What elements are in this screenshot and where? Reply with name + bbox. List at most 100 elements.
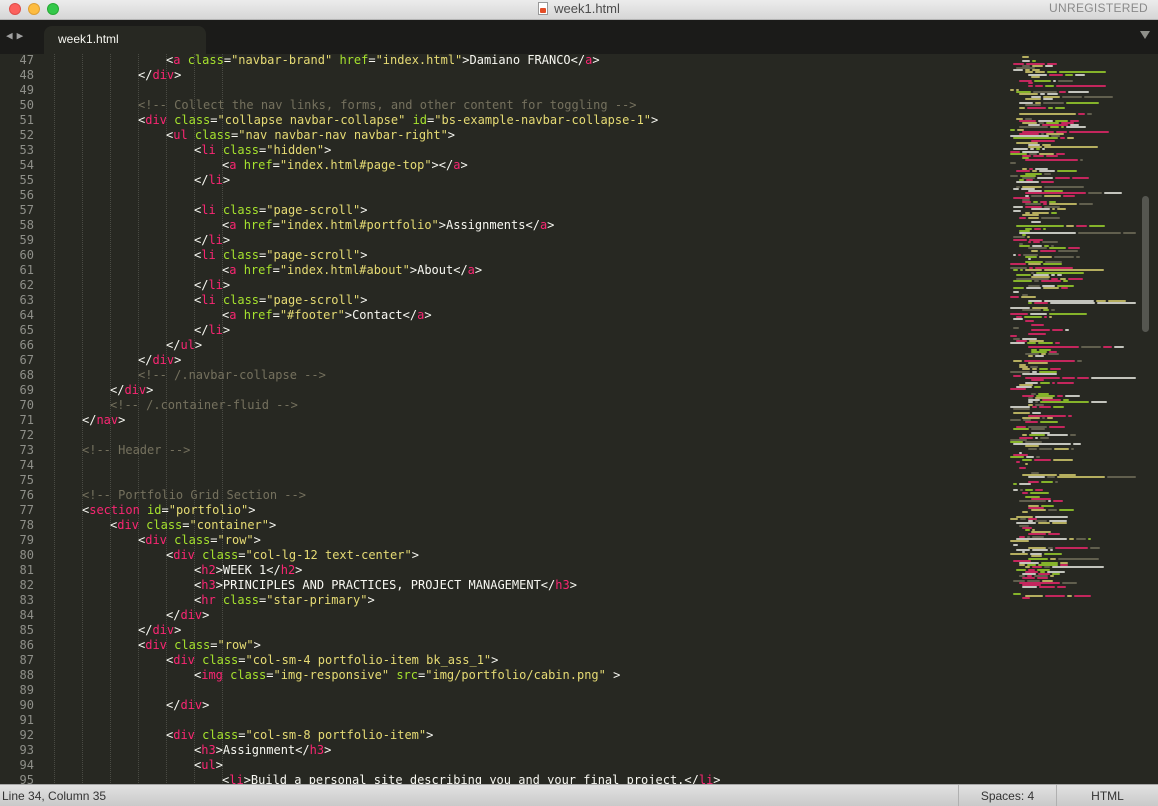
minimap-mark [1031, 324, 1044, 327]
minimap-mark [1016, 273, 1031, 276]
code-text: <!-- /.navbar-collapse --> [138, 368, 326, 382]
line-number: 70 [19, 398, 34, 412]
vertical-scrollbar[interactable] [1140, 54, 1158, 784]
minimap-mark [1057, 170, 1077, 173]
minimap-mark [1069, 537, 1074, 540]
minimap-mark [1050, 126, 1059, 129]
minimap-mark [1035, 515, 1068, 518]
minimap-mark [1072, 177, 1089, 179]
line-number: 65 [19, 323, 34, 337]
minimap-mark [1044, 315, 1047, 318]
minimap-mark [1084, 95, 1113, 98]
minimap-mark [1053, 405, 1064, 408]
tab-week1[interactable]: week1.html [44, 26, 206, 54]
code-line: 63 <li class="page-scroll"> [0, 293, 1008, 308]
scrollbar-thumb[interactable] [1142, 196, 1149, 332]
nav-arrows-icon[interactable]: ◀▶ [6, 29, 27, 42]
code-line: 91 [0, 713, 1008, 728]
minimap-mark [1063, 194, 1075, 197]
code-text: <div class="row"> [138, 533, 261, 547]
minimap[interactable] [1008, 54, 1140, 784]
code-line: 52 <ul class="nav navbar-nav navbar-right… [0, 128, 1008, 143]
line-number: 48 [19, 68, 34, 82]
minimap-mark [1010, 89, 1014, 91]
minimap-mark [1104, 192, 1122, 195]
tab-menu-icon[interactable] [1140, 31, 1150, 39]
minimap-mark [1034, 80, 1051, 83]
minimap-mark [1075, 73, 1085, 76]
minimap-mark [1057, 476, 1105, 479]
minimap-mark [1031, 75, 1040, 78]
minimap-mark [1114, 346, 1124, 349]
minimap-mark [1050, 302, 1095, 305]
minimap-mark [1073, 443, 1081, 446]
code-text: </ul> [166, 338, 203, 352]
minimap-mark [1022, 491, 1028, 494]
minimap-mark [1070, 434, 1076, 437]
minimap-mark [1068, 278, 1083, 281]
minimap-mark [1050, 575, 1054, 578]
line-number: 88 [19, 668, 34, 682]
minimap-mark [1019, 106, 1025, 109]
minimap-mark [1013, 408, 1030, 410]
minimap-mark [1028, 476, 1045, 479]
minimap-mark [1019, 467, 1026, 470]
minimap-mark [1013, 482, 1017, 485]
code-text: </div> [138, 353, 182, 367]
html-file-icon [538, 2, 549, 15]
minimap-mark [1057, 586, 1066, 589]
minimap-mark [1018, 254, 1021, 256]
line-number: 92 [19, 728, 34, 742]
minimap-mark [1060, 137, 1065, 140]
minimap-mark [1051, 212, 1057, 215]
minimap-mark [1042, 416, 1045, 419]
code-line: 66 </ul> [0, 338, 1008, 353]
line-number: 75 [19, 473, 34, 487]
minimap-mark [1044, 194, 1061, 197]
minimap-mark [1065, 73, 1073, 76]
code-text: </div> [138, 68, 182, 82]
minimap-mark [1031, 328, 1050, 331]
minimap-mark [1038, 522, 1050, 525]
code-text: </div> [166, 698, 210, 712]
minimap-mark [1027, 106, 1046, 109]
code-text: <img class="img-responsive" src="img/por… [194, 668, 621, 682]
code-editor[interactable]: 47 <a class="navbar-brand" href="index.ht… [0, 54, 1008, 784]
line-number: 68 [19, 368, 34, 382]
code-text: <h2>WEEK 1</h2> [194, 563, 303, 577]
code-text: </nav> [82, 413, 126, 427]
code-line: 80 <div class="col-lg-12 text-center"> [0, 548, 1008, 563]
code-line: 85 </div> [0, 623, 1008, 638]
code-text: <a href="#footer">Contact</a> [222, 308, 432, 322]
minimap-mark [1097, 302, 1136, 305]
minimap-mark [1025, 256, 1037, 259]
minimap-mark [1067, 137, 1074, 140]
minimap-mark [1059, 509, 1074, 512]
minimap-mark [1019, 216, 1026, 219]
minimap-mark [1010, 295, 1019, 298]
minimap-mark [1013, 412, 1030, 415]
minimap-mark [1053, 80, 1056, 83]
minimap-mark [1058, 80, 1073, 83]
indentation-selector[interactable]: Spaces: 4 [958, 785, 1056, 806]
minimap-mark [1048, 500, 1051, 503]
minimap-mark [1053, 500, 1063, 503]
minimap-mark [1028, 447, 1037, 450]
code-text: <!-- Portfolio Grid Section --> [82, 488, 306, 502]
minimap-mark [1068, 91, 1089, 94]
minimap-mark [1010, 174, 1018, 177]
code-text: <a href="index.html#about">About</a> [222, 263, 483, 277]
minimap-mark [1013, 326, 1019, 329]
line-number: 50 [19, 98, 34, 112]
minimap-mark [1010, 518, 1018, 520]
code-line: 78 <div class="container"> [0, 518, 1008, 533]
minimap-mark [1040, 401, 1089, 404]
minimap-mark [1061, 287, 1068, 289]
code-line: 53 <li class="hidden"> [0, 143, 1008, 158]
syntax-selector[interactable]: HTML [1056, 785, 1158, 806]
code-line: 73 <!-- Header --> [0, 443, 1008, 458]
minimap-mark [1013, 489, 1018, 492]
minimap-mark [1025, 421, 1038, 424]
minimap-mark [1031, 509, 1046, 512]
minimap-mark [1077, 359, 1082, 362]
